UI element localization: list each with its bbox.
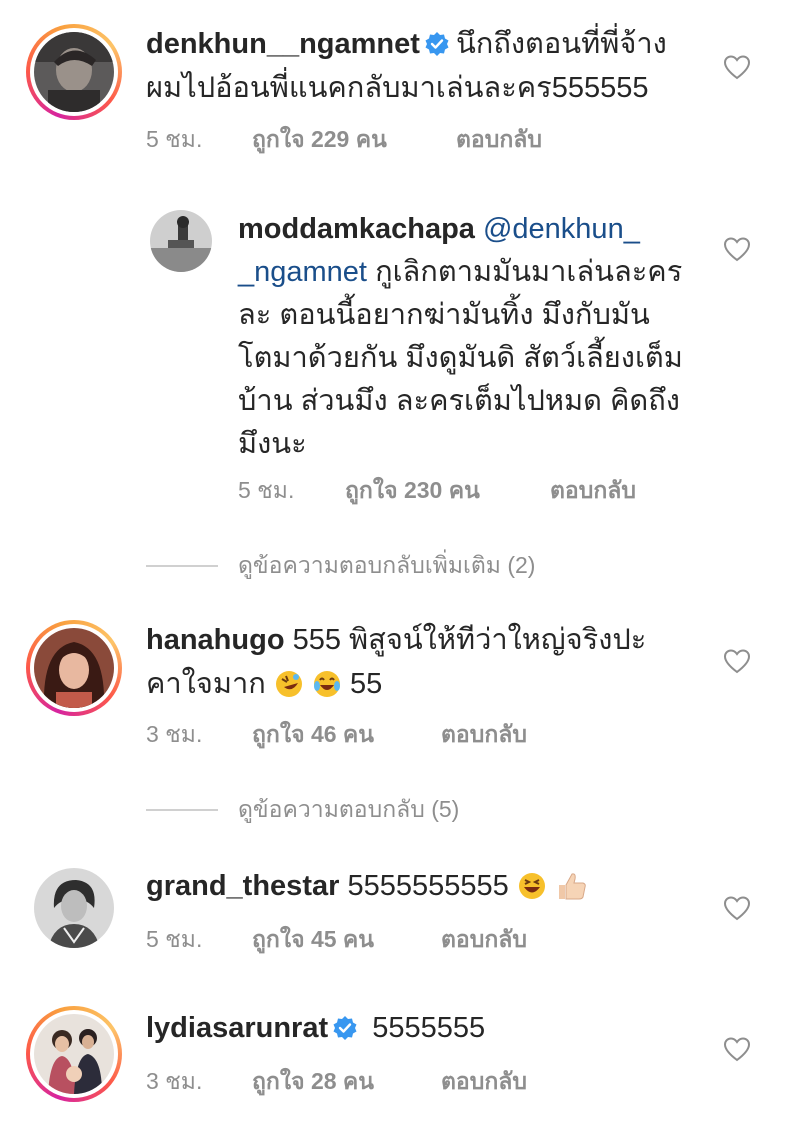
likes-count[interactable]: ถูกใจ 46 คน bbox=[252, 717, 374, 753]
avatar-image bbox=[34, 628, 114, 708]
likes-count[interactable]: ถูกใจ 28 คน bbox=[252, 1064, 374, 1100]
comment-body: กูเลิกตามมันมาเล่นละคร bbox=[375, 256, 683, 288]
avatar-image bbox=[34, 868, 114, 948]
reply-button[interactable]: ตอบกลับ bbox=[441, 717, 527, 753]
thumbs-up-emoji bbox=[558, 873, 586, 900]
heart-outline-icon[interactable] bbox=[723, 648, 751, 674]
heart-outline-icon[interactable] bbox=[723, 1036, 751, 1062]
avatar-image bbox=[34, 32, 114, 112]
verified-badge-icon bbox=[425, 32, 449, 56]
avatar-moddamkachapa[interactable] bbox=[150, 210, 212, 272]
comment-text-line: มึงนะ bbox=[238, 428, 307, 460]
comment-body: นึกถึงตอนที่พี่จ้าง bbox=[455, 28, 667, 60]
heart-outline-icon[interactable] bbox=[723, 895, 751, 921]
comment-time: 5 ชม. bbox=[146, 926, 203, 952]
comment-body: คาใจมาก bbox=[146, 668, 266, 700]
rolling-laughing-emoji bbox=[275, 671, 302, 697]
comment-text: hanahugo 555 พิสูจน์ให้ทีว่าใหญ่จริงปะ bbox=[146, 618, 646, 662]
comment-text-line: โตมาด้วยกัน มึงดูมันดิ สัตว์เลี้ยงเต็ม bbox=[238, 342, 683, 374]
divider bbox=[146, 565, 218, 567]
username[interactable]: lydiasarunrat bbox=[146, 1012, 328, 1044]
avatar-image bbox=[150, 210, 212, 272]
comment-time: 5 ชม. bbox=[146, 126, 203, 152]
comment-text-line: ละ ตอนนี้อยากฆ่ามันทิ้ง มึงกับมัน bbox=[238, 299, 650, 331]
laughing-emoji bbox=[518, 873, 545, 899]
joy-emoji bbox=[313, 671, 340, 697]
reply-button[interactable]: ตอบกลับ bbox=[456, 122, 542, 158]
reply-button[interactable]: ตอบกลับ bbox=[441, 922, 527, 958]
likes-count[interactable]: ถูกใจ 230 คน bbox=[345, 473, 480, 509]
view-more-label: ดูข้อความตอบกลับ (5) bbox=[238, 796, 460, 822]
username[interactable]: hanahugo bbox=[146, 624, 285, 656]
comment-text: lydiasarunrat 5555555 bbox=[146, 1006, 485, 1050]
divider bbox=[146, 809, 218, 811]
likes-count[interactable]: ถูกใจ 229 คน bbox=[252, 122, 387, 158]
comment-text-line: บ้าน ส่วนมึง ละครเต็มไปหมด คิดถึง bbox=[238, 385, 680, 417]
mention-link[interactable]: _ngamnet bbox=[238, 256, 367, 288]
view-more-replies[interactable]: ดูข้อความตอบกลับเพิ่มเติม (2) bbox=[146, 548, 535, 584]
avatar-denkhun-ngamnet[interactable] bbox=[26, 24, 122, 120]
heart-outline-icon[interactable] bbox=[723, 54, 751, 80]
reply-button[interactable]: ตอบกลับ bbox=[550, 473, 636, 509]
comment-time: 3 ชม. bbox=[146, 1068, 203, 1094]
username[interactable]: moddamkachapa bbox=[238, 213, 475, 245]
username[interactable]: denkhun__ngamnet bbox=[146, 28, 420, 60]
comment-text-line: _ngamnet กูเลิกตามมันมาเล่นละคร bbox=[238, 250, 682, 294]
comment-time: 5 ชม. bbox=[238, 477, 295, 503]
comment-time: 3 ชม. bbox=[146, 721, 203, 747]
comment-body: 5555555 bbox=[372, 1012, 486, 1044]
comment-body: 555 พิสูจน์ให้ทีว่าใหญ่จริงปะ bbox=[292, 624, 647, 656]
verified-badge-icon bbox=[333, 1016, 357, 1040]
avatar-grand-thestar[interactable] bbox=[34, 868, 114, 948]
comment-text: moddamkachapa @denkhun_ bbox=[238, 207, 640, 251]
avatar-image bbox=[34, 1014, 114, 1094]
comment-text-line: คาใจมาก 55 bbox=[146, 662, 382, 706]
comment-text: grand_thestar 5555555555 bbox=[146, 864, 589, 908]
comment-body: 55 bbox=[349, 668, 383, 700]
comment-text: denkhun__ngamnet นึกถึงตอนที่พี่จ้าง bbox=[146, 22, 667, 66]
avatar-hanahugo[interactable] bbox=[26, 620, 122, 716]
comment-text-line: ผมไปอ้อนพี่แนคกลับมาเล่นละคร555555 bbox=[146, 72, 649, 104]
comment-body: 5555555555 bbox=[347, 870, 509, 902]
username[interactable]: grand_thestar bbox=[146, 870, 339, 902]
heart-outline-icon[interactable] bbox=[723, 236, 751, 262]
avatar-lydiasarunrat[interactable] bbox=[26, 1006, 122, 1102]
reply-button[interactable]: ตอบกลับ bbox=[441, 1064, 527, 1100]
view-more-replies[interactable]: ดูข้อความตอบกลับ (5) bbox=[146, 792, 459, 828]
mention-link[interactable]: @denkhun_ bbox=[483, 213, 640, 245]
likes-count[interactable]: ถูกใจ 45 คน bbox=[252, 922, 374, 958]
view-more-label: ดูข้อความตอบกลับเพิ่มเติม (2) bbox=[238, 552, 536, 578]
